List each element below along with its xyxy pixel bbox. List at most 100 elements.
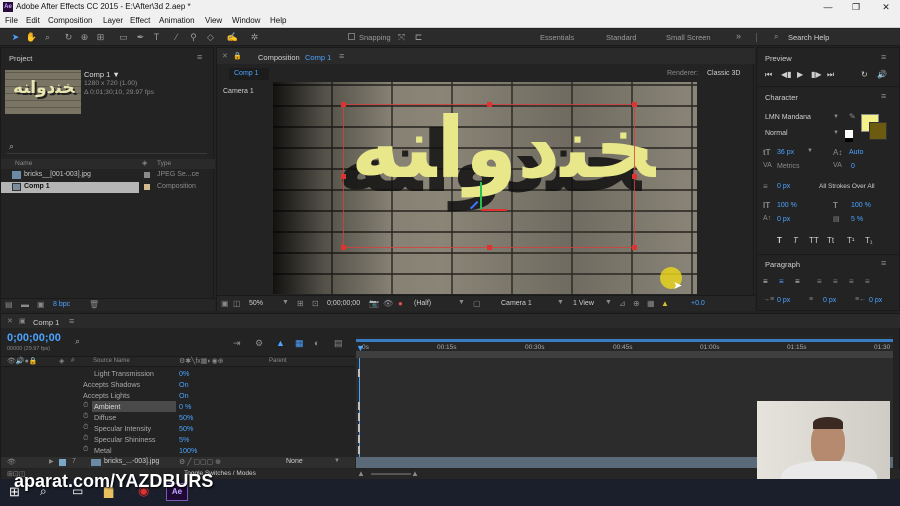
snap-edges-icon[interactable]: ⊏ [412,31,425,44]
menu-view[interactable]: View [205,16,222,25]
exposure-value[interactable]: +0.0 [691,300,705,307]
align-right-icon[interactable]: ≡ [795,277,800,286]
hide-shy-layers-icon[interactable]: ▲ [276,338,285,348]
menu-edit[interactable]: Edit [26,16,40,25]
brush-tool-icon[interactable]: ⁄ [170,31,183,44]
workspace-essentials[interactable]: Essentials [540,33,574,42]
property-row-selected[interactable]: ⏱ Ambient 0 % [1,401,355,412]
tsume-value[interactable]: 5 % [851,216,863,223]
bbox-handle[interactable] [341,102,346,107]
indent-mid-value[interactable]: 0 px [823,297,836,304]
project-item-comp[interactable]: Comp 1 Composition [1,182,215,193]
property-value[interactable]: 0% [179,369,189,378]
comp-mini-flowchart-icon[interactable]: ⇥ [233,338,241,349]
interpret-footage-icon[interactable]: ▤ [5,300,13,309]
panel-menu-icon[interactable]: ≡ [69,316,74,326]
composition-tab-name[interactable]: Comp 1 [305,53,331,62]
property-row[interactable]: ⏱ Metal 100% [1,445,355,456]
property-row[interactable]: Accepts Shadows On [1,379,355,390]
paragraph-tab[interactable]: Paragraph [765,260,800,269]
zoom-in-icon[interactable]: ▲ [411,469,419,478]
baseline-shift-value[interactable]: 0 px [777,216,790,223]
chevron-down-icon[interactable]: ▼ [458,299,465,306]
zoom-slider[interactable] [371,473,411,475]
loop-icon[interactable]: ↻ [861,70,868,79]
subscript-icon[interactable]: T₁ [865,236,873,245]
property-value[interactable]: 0 % [179,402,191,411]
zoom-out-icon[interactable]: ▲ [357,469,365,478]
close-button[interactable]: ✕ [874,0,898,14]
channel-icon[interactable]: ● [398,299,403,308]
font-family-dropdown[interactable]: LMN Mandana [765,114,811,121]
resolution-dropdown[interactable]: (Half) [414,300,431,307]
property-row[interactable]: Accepts Lights On [1,390,355,401]
tracking-value[interactable]: 0 [851,163,855,170]
stroke-width-value[interactable]: 0 px [777,183,790,190]
superscript-icon[interactable]: T¹ [847,236,855,245]
search-icon[interactable]: ⌕ [774,32,778,42]
chevron-down-icon[interactable]: ▼ [557,299,564,306]
col-name-header[interactable]: Name [15,160,32,167]
trash-icon[interactable]: 🗑 [89,300,99,309]
prev-frame-icon[interactable]: ◀▮ [781,70,792,79]
close-tab-icon[interactable]: ✕ [7,317,13,325]
time-navigator[interactable] [356,351,893,358]
parent-dropdown[interactable]: None [286,458,303,465]
indent-left-value[interactable]: 0 px [777,297,790,304]
col-type-header[interactable]: Type [157,160,171,167]
new-folder-icon[interactable]: ▬ [21,300,29,309]
current-time-display[interactable]: 0;00;00;00 [7,332,61,344]
viewer-timecode[interactable]: 0;00;00;00 [327,300,360,307]
chevron-down-icon[interactable]: ▼ [334,458,340,464]
draft-3d-icon[interactable]: ⚙ [255,338,263,349]
view-layout-dropdown[interactable]: 1 View [573,300,594,307]
workspaces-more-icon[interactable]: » [736,31,741,41]
source-name-header[interactable]: Source Name [93,358,130,364]
property-value[interactable]: On [179,391,189,400]
keyframe-marker[interactable] [358,402,360,410]
workspace-standard[interactable]: Standard [606,33,636,42]
property-row[interactable]: ⏱ Specular Shininess 5% [1,434,355,445]
stopwatch-icon[interactable]: ⏱ [83,435,88,443]
motion-blur-icon[interactable]: ◐ [314,338,319,348]
minimize-button[interactable]: — [816,0,840,14]
stroke-color-swatch[interactable] [869,122,887,140]
bbox-handle[interactable] [341,245,346,250]
panel-menu-icon[interactable]: ≡ [881,52,886,62]
justify-all-icon[interactable]: ≡ [865,277,870,286]
kerning-value[interactable]: Metrics [777,163,800,170]
roto-brush-tool-icon[interactable]: ✍ [226,31,239,44]
search-help-label[interactable]: Search Help [788,33,829,42]
bbox-handle[interactable] [487,102,492,107]
menu-layer[interactable]: Layer [103,16,123,25]
chevron-down-icon[interactable]: ▼ [807,148,813,154]
lock-icon[interactable]: 🔒 [233,52,242,60]
close-tab-icon[interactable]: ✕ [222,52,228,60]
pen-tool-icon[interactable]: ✒ [134,31,147,44]
chevron-down-icon[interactable]: ▼ [282,299,289,306]
keyframe-marker[interactable] [358,424,360,432]
zoom-dropdown[interactable]: 50% [249,300,263,307]
work-area-bar[interactable] [356,339,893,342]
playhead-marker-icon[interactable]: ▼ [356,343,365,353]
menu-effect[interactable]: Effect [130,16,150,25]
rectangle-tool-icon[interactable]: ▭ [117,31,130,44]
layer-name[interactable]: bricks_...-003].jpg [104,458,159,465]
keyframe-marker[interactable] [358,435,360,443]
eyedropper-icon[interactable]: ✎ [849,112,856,121]
selection-tool-icon[interactable]: ➤ [9,31,22,44]
property-value[interactable]: 50% [179,424,193,433]
snapping-options-icon[interactable]: ⤧ [395,31,408,44]
last-frame-icon[interactable]: ⏭ [827,70,834,80]
comp-info-name[interactable]: Comp 1 ▼ [84,70,120,79]
small-caps-icon[interactable]: Tt [827,236,834,245]
comp-viewer[interactable]: ﺨﻨﺩﻭﺍﻨﻪ ﺨﻨﺩﻭﺍﻨﻪ ➤ [273,82,697,294]
indent-right-value[interactable]: 0 px [869,297,882,304]
justify-left-icon[interactable]: ≡ [817,277,822,286]
chevron-down-icon[interactable]: ▼ [605,299,612,306]
vertical-scale-value[interactable]: 100 % [777,202,797,209]
preview-tab[interactable]: Preview [765,54,792,63]
snapshot-icon[interactable]: 📷 [369,299,379,308]
keyframe-marker[interactable] [358,369,360,377]
chevron-down-icon[interactable]: ▼ [833,114,839,120]
